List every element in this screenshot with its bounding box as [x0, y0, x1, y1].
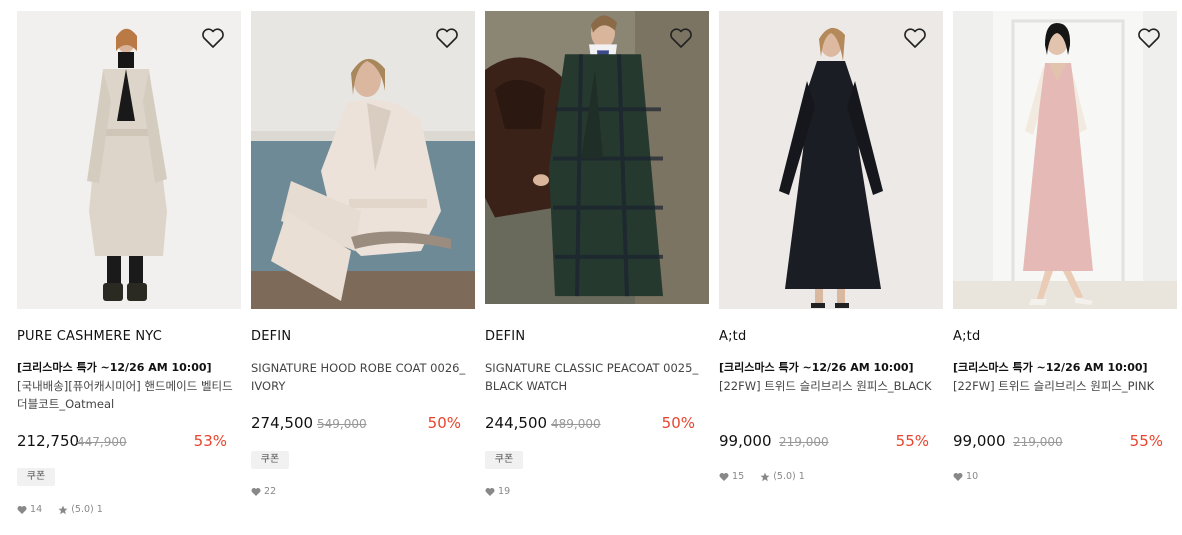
- price-row: 274,500 549,000 50%: [251, 414, 461, 434]
- product-name: SIGNATURE CLASSIC PEACOAT 0025_BLACK WAT…: [485, 361, 699, 393]
- price-row: 244,500 489,000 50%: [485, 414, 695, 434]
- discount-rate: 50%: [427, 414, 461, 432]
- product-image[interactable]: [251, 11, 475, 309]
- product-stats: 22: [251, 486, 276, 498]
- star-icon: [760, 472, 770, 482]
- product-card[interactable]: DEFIN SIGNATURE HOOD ROBE COAT 0026_IVOR…: [251, 11, 475, 497]
- product-stats: 19: [485, 486, 510, 498]
- discount-rate: 55%: [1129, 432, 1163, 450]
- product-image[interactable]: [17, 11, 241, 309]
- wishlist-button[interactable]: [669, 27, 693, 49]
- heart-filled-icon: [485, 487, 495, 497]
- heart-filled-icon: [953, 472, 963, 482]
- product-name: [22FW] 트위드 슬리브리스 원피스_PINK: [953, 379, 1155, 393]
- price-row: 99,000 219,000 55%: [953, 432, 1163, 452]
- like-count: 19: [498, 486, 511, 497]
- coupon-badge: 쿠폰: [251, 451, 289, 469]
- heart-outline-icon: [670, 28, 692, 48]
- heart-filled-icon: [251, 487, 261, 497]
- like-count: 15: [732, 471, 745, 482]
- original-price: 219,000: [1013, 435, 1063, 449]
- brand-name[interactable]: DEFIN: [485, 329, 525, 344]
- original-price: 489,000: [551, 417, 601, 431]
- like-count: 10: [966, 471, 979, 482]
- product-name: [국내배송][퓨어캐시미어] 핸드메이드 벨티드 더블코트_Oatmeal: [17, 379, 233, 411]
- brand-name[interactable]: A;td: [719, 329, 746, 344]
- product-title[interactable]: [크리스마스 특가 ~12/26 AM 10:00] [국내배송][퓨어캐시미어…: [17, 359, 233, 413]
- price-row: 212,750 447,900 53%: [17, 432, 227, 452]
- product-image[interactable]: [485, 11, 709, 304]
- original-price: 219,000: [779, 435, 829, 449]
- price-row: 99,000 219,000 55%: [719, 432, 929, 452]
- product-name: [22FW] 트위드 슬리브리스 원피스_BLACK: [719, 379, 932, 393]
- brand-name[interactable]: A;td: [953, 329, 980, 344]
- product-title[interactable]: SIGNATURE HOOD ROBE COAT 0026_IVORY: [251, 359, 467, 395]
- product-card[interactable]: A;td [크리스마스 특가 ~12/26 AM 10:00] [22FW] 트…: [953, 11, 1177, 482]
- promo-label: [크리스마스 특가 ~12/26 AM 10:00]: [17, 361, 212, 374]
- original-price: 447,900: [77, 435, 127, 449]
- model-oatmeal-double-coat-photo: [17, 11, 241, 309]
- discount-rate: 55%: [895, 432, 929, 450]
- discount-rate: 50%: [661, 414, 695, 432]
- sale-price: 274,500: [251, 414, 314, 432]
- product-stats: 10: [953, 471, 978, 483]
- product-stats: 15 (5.0) 1: [719, 471, 805, 483]
- sale-price: 244,500: [485, 414, 548, 432]
- heart-outline-icon: [1138, 28, 1160, 48]
- product-image[interactable]: [953, 11, 1177, 309]
- like-count: 22: [264, 486, 277, 497]
- heart-filled-icon: [719, 472, 729, 482]
- model-black-watch-peacoat-with-horse-photo: [485, 11, 709, 304]
- product-title[interactable]: [크리스마스 특가 ~12/26 AM 10:00] [22FW] 트위드 슬리…: [953, 359, 1169, 395]
- wishlist-button[interactable]: [435, 27, 459, 49]
- product-card[interactable]: A;td [크리스마스 특가 ~12/26 AM 10:00] [22FW] 트…: [719, 11, 943, 482]
- promo-label: [크리스마스 특가 ~12/26 AM 10:00]: [953, 361, 1148, 374]
- product-name: SIGNATURE HOOD ROBE COAT 0026_IVORY: [251, 361, 466, 393]
- rating-score: (5.0): [71, 504, 94, 515]
- wishlist-button[interactable]: [903, 27, 927, 49]
- star-icon: [58, 505, 68, 515]
- discount-rate: 53%: [193, 432, 227, 450]
- like-count: 14: [30, 504, 43, 515]
- rating-score: (5.0): [773, 471, 796, 482]
- heart-outline-icon: [202, 28, 224, 48]
- model-pink-tweed-dress-photo: [953, 11, 1177, 309]
- coupon-badge: 쿠폰: [17, 468, 55, 486]
- promo-label: [크리스마스 특가 ~12/26 AM 10:00]: [719, 361, 914, 374]
- sale-price: 99,000: [953, 432, 1006, 450]
- product-card[interactable]: DEFIN SIGNATURE CLASSIC PEACOAT 0025_BLA…: [485, 11, 709, 497]
- brand-name[interactable]: DEFIN: [251, 329, 291, 344]
- heart-outline-icon: [436, 28, 458, 48]
- product-title[interactable]: [크리스마스 특가 ~12/26 AM 10:00] [22FW] 트위드 슬리…: [719, 359, 935, 395]
- sale-price: 99,000: [719, 432, 772, 450]
- product-stats: 14 (5.0) 1: [17, 504, 103, 516]
- review-count: 1: [96, 504, 103, 515]
- sale-price: 212,750: [17, 432, 80, 450]
- wishlist-button[interactable]: [1137, 27, 1161, 49]
- product-image[interactable]: [719, 11, 943, 309]
- brand-name[interactable]: PURE CASHMERE NYC: [17, 329, 162, 344]
- product-title[interactable]: SIGNATURE CLASSIC PEACOAT 0025_BLACK WAT…: [485, 359, 701, 395]
- model-black-tweed-dress-photo: [719, 11, 943, 309]
- coupon-badge: 쿠폰: [485, 451, 523, 469]
- original-price: 549,000: [317, 417, 367, 431]
- model-ivory-hood-robe-coat-photo: [251, 11, 475, 309]
- product-card[interactable]: PURE CASHMERE NYC [크리스마스 특가 ~12/26 AM 10…: [17, 11, 241, 515]
- heart-filled-icon: [17, 505, 27, 515]
- review-count: 1: [798, 471, 805, 482]
- wishlist-button[interactable]: [201, 27, 225, 49]
- heart-outline-icon: [904, 28, 926, 48]
